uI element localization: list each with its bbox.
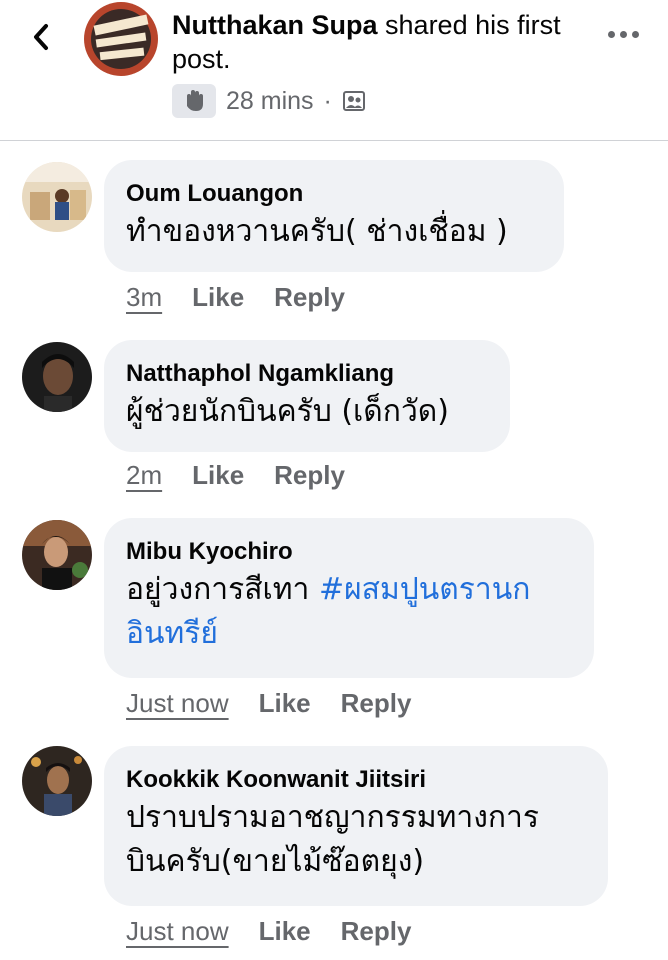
reply-button[interactable]: Reply	[274, 460, 345, 491]
comment-text-line-2: บินครับ(ขายไม้ซ๊อตยุง)	[126, 844, 425, 879]
comment-text: อยู่วงการสีเทา #ผสมปูนตรานก	[126, 568, 572, 612]
comment-actions: 2m Like Reply	[126, 460, 345, 491]
commenter-avatar[interactable]	[22, 162, 92, 232]
author-avatar[interactable]	[84, 2, 158, 76]
author-name[interactable]: Nutthakan Supa	[172, 10, 378, 40]
commenter-name[interactable]: Oum Louangon	[126, 178, 542, 210]
commenter-avatar[interactable]	[22, 746, 92, 816]
comment-bubble[interactable]: Oum Louangon ทำของหวานครับ( ช่างเชื่อม )	[104, 160, 564, 272]
comment-actions: Just now Like Reply	[126, 688, 411, 719]
reply-button[interactable]: Reply	[274, 282, 345, 313]
comment-time[interactable]: 2m	[126, 460, 162, 491]
comment-bubble[interactable]: Mibu Kyochiro อยู่วงการสีเทา #ผสมปูนตราน…	[104, 518, 594, 678]
comment-text: ผู้ช่วยนักบินครับ (เด็กวัด)	[126, 394, 449, 429]
commenter-name[interactable]: Mibu Kyochiro	[126, 536, 572, 568]
back-button[interactable]	[28, 20, 58, 54]
commenter-name[interactable]: Kookkik Koonwanit Jiitsiri	[126, 764, 586, 796]
group-audience-icon	[342, 91, 365, 111]
comment-bubble[interactable]: Kookkik Koonwanit Jiitsiri ปราบปรามอาชญา…	[104, 746, 608, 906]
like-button[interactable]: Like	[192, 282, 244, 313]
more-options-button[interactable]	[608, 24, 644, 44]
comment-time[interactable]: Just now	[126, 916, 229, 947]
comment-actions: Just now Like Reply	[126, 916, 411, 947]
like-button[interactable]: Like	[192, 460, 244, 491]
new-member-badge[interactable]	[172, 84, 216, 118]
more-dot-icon	[620, 30, 627, 38]
more-dot-icon	[632, 30, 639, 38]
hashtag-link-continued[interactable]: อินทรีย์	[126, 612, 572, 656]
comment-text-prefix: อยู่วงการสีเทา	[126, 572, 319, 607]
post-time[interactable]: 28 mins	[226, 87, 314, 116]
post-header-text: Nutthakan Supa shared his first post.	[172, 8, 582, 76]
wave-hand-icon	[187, 90, 203, 111]
comment-text-line-1: ปราบปรามอาชญากรรมทางการ	[126, 800, 540, 835]
more-dot-icon	[608, 30, 615, 38]
comment-bubble[interactable]: Natthaphol Ngamkliang ผู้ช่วยนักบินครับ …	[104, 340, 510, 452]
like-button[interactable]: Like	[259, 916, 311, 947]
comment-time[interactable]: 3m	[126, 282, 162, 313]
comment-time[interactable]: Just now	[126, 688, 229, 719]
reply-button[interactable]: Reply	[341, 688, 412, 719]
meta-separator: ·	[323, 86, 332, 115]
like-button[interactable]: Like	[259, 688, 311, 719]
reply-button[interactable]: Reply	[341, 916, 412, 947]
commenter-avatar[interactable]	[22, 342, 92, 412]
comment-text: ทำของหวานครับ( ช่างเชื่อม )	[126, 214, 508, 249]
hashtag-link[interactable]: #ผสมปูนตรานก	[319, 572, 530, 607]
post-header: Nutthakan Supa shared his first post. 28…	[0, 0, 668, 141]
commenter-name[interactable]: Natthaphol Ngamkliang	[126, 358, 488, 390]
post-meta: 28 mins ·	[172, 84, 366, 118]
chevron-left-icon	[34, 24, 48, 50]
comment-actions: 3m Like Reply	[126, 282, 345, 313]
commenter-avatar[interactable]	[22, 520, 92, 590]
